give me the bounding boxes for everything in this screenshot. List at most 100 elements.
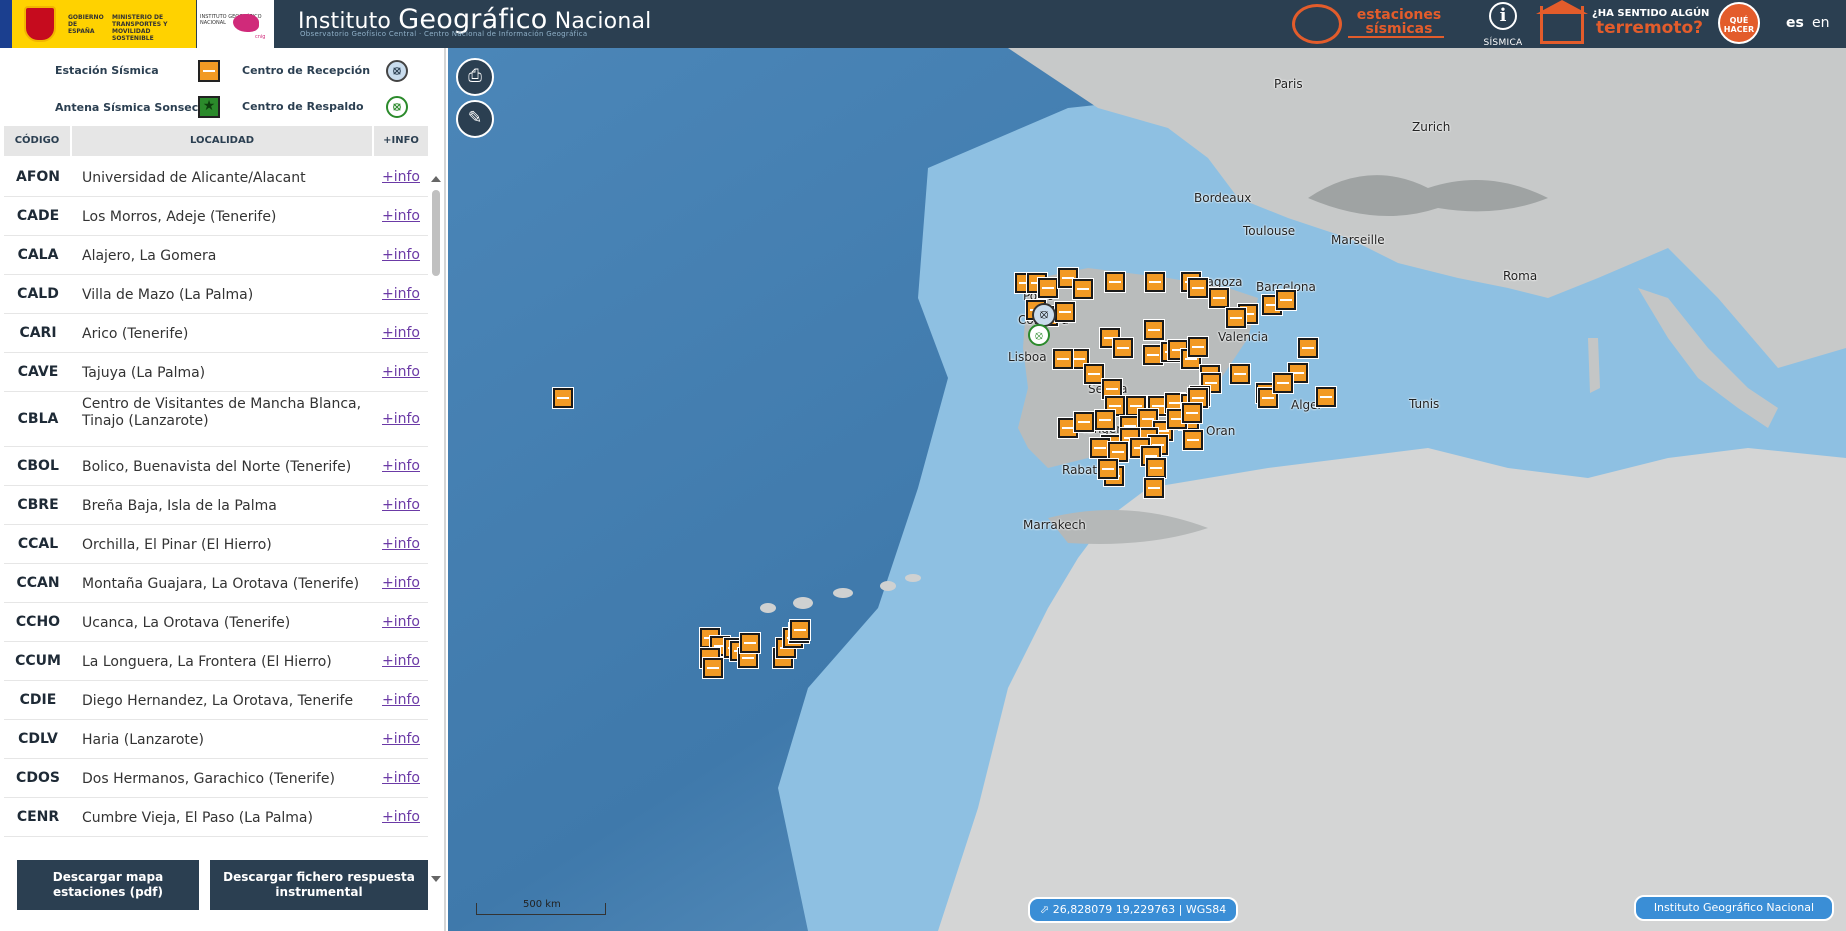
map-legend: Estación Sísmica Centro de Recepción ⦻ A…	[0, 48, 446, 124]
info-link[interactable]: +info	[382, 325, 420, 341]
scale-label: 500 km	[523, 899, 561, 910]
table-scrollbar[interactable]	[430, 126, 442, 882]
table-row[interactable]: CCAN Montaña Guajara, La Orotava (Tenerif…	[4, 564, 428, 603]
que-hacer-button[interactable]: QUÉ HACER	[1718, 2, 1760, 44]
seismic-station-marker[interactable]	[1144, 320, 1164, 340]
info-label: SÍSMICA	[1483, 38, 1523, 48]
table-row[interactable]: CCHO Ucanca, La Orotava (Tenerife) +info	[4, 603, 428, 642]
seismic-station-marker[interactable]	[1188, 278, 1208, 298]
seismic-station-marker[interactable]	[1316, 387, 1336, 407]
info-link[interactable]: +info	[382, 614, 420, 630]
info-link[interactable]: +info	[382, 458, 420, 474]
government-logo[interactable]: GOBIERNO DE ESPAÑA MINISTERIO DE TRANSPO…	[0, 0, 196, 48]
seismic-station-marker[interactable]	[553, 388, 573, 408]
print-button[interactable]: ⎙	[456, 58, 494, 96]
lang-es-link[interactable]: es	[1786, 15, 1804, 31]
seismic-station-marker[interactable]	[1095, 410, 1115, 430]
station-locality: La Longuera, La Frontera (El Hierro)	[82, 653, 332, 670]
download-map-button[interactable]: Descargar mapa estaciones (pdf)	[17, 860, 199, 910]
seismic-station-marker[interactable]	[1074, 412, 1094, 432]
table-row[interactable]: CBRE Breña Baja, Isla de la Palma +info	[4, 486, 428, 525]
info-link[interactable]: +info	[382, 809, 420, 825]
table-row[interactable]: CBLA Centro de Visitantes de Mancha Blanc…	[4, 392, 428, 447]
seismic-station-marker[interactable]	[740, 633, 760, 653]
station-code: CENR	[16, 808, 60, 825]
seismic-station-marker[interactable]	[1073, 279, 1093, 299]
info-link[interactable]: +info	[382, 497, 420, 513]
station-code: CCAL	[17, 535, 59, 552]
table-row[interactable]: CENR Cumbre Vieja, El Paso (La Palma) +inf…	[4, 798, 428, 837]
seismic-station-marker[interactable]	[1226, 308, 1246, 328]
station-locality: Villa de Mazo (La Palma)	[82, 286, 254, 303]
info-link[interactable]: +info	[382, 411, 420, 427]
seismic-station-marker[interactable]	[1145, 272, 1165, 292]
seismic-station-marker[interactable]	[703, 658, 723, 678]
seismic-station-marker[interactable]	[1143, 345, 1163, 365]
map-viewer[interactable]: ⎙ ✎ Paris Zurich Bordeaux Toulouse Marse…	[448, 48, 1846, 931]
antenna-star-icon: ★	[198, 96, 220, 118]
seismic-station-marker[interactable]	[1183, 430, 1203, 450]
ign-cnig-logo[interactable]: INSTITUTO GEOGRÁFICO NACIONAL cnig	[197, 0, 274, 48]
seismic-station-marker[interactable]	[1298, 338, 1318, 358]
scroll-down-arrow-icon[interactable]	[431, 876, 441, 882]
ha-sentido-terremoto-link[interactable]: ¿HA SENTIDO ALGÚN terremoto?	[1536, 0, 1709, 48]
table-row[interactable]: CDLV Haria (Lanzarote) +info	[4, 720, 428, 759]
seismic-station-marker[interactable]	[1098, 459, 1118, 479]
measure-ruler-button[interactable]: ✎	[456, 100, 494, 138]
seismic-station-marker[interactable]	[1230, 364, 1250, 384]
column-header-info[interactable]: +INFO	[374, 126, 428, 156]
seismic-station-marker[interactable]	[790, 620, 810, 640]
seismic-station-marker[interactable]	[1276, 290, 1296, 310]
info-link[interactable]: +info	[382, 364, 420, 380]
seismic-station-marker[interactable]	[1113, 338, 1133, 358]
city-label: Marrakech	[1023, 518, 1086, 532]
info-link[interactable]: +info	[382, 286, 420, 302]
info-link[interactable]: +info	[382, 208, 420, 224]
info-link[interactable]: +info	[382, 770, 420, 786]
table-row[interactable]: CCUM La Longuera, La Frontera (El Hierro)…	[4, 642, 428, 681]
station-locality: Montaña Guajara, La Orotava (Tenerife)	[82, 575, 360, 592]
backup-center-marker[interactable]: ⦻	[1028, 324, 1050, 346]
info-link[interactable]: +info	[382, 731, 420, 747]
table-row[interactable]: CCAL Orchilla, El Pinar (El Hierro) +info	[4, 525, 428, 564]
seismic-station-marker[interactable]	[1144, 478, 1164, 498]
table-row[interactable]: CAVE Tajuya (La Palma) +info	[4, 353, 428, 392]
table-row[interactable]: CDOS Dos Hermanos, Garachico (Tenerife) +i…	[4, 759, 428, 798]
lang-en-link[interactable]: en	[1812, 15, 1830, 31]
seismic-station-marker[interactable]	[1053, 349, 1073, 369]
table-row[interactable]: AFON Universidad de Alicante/Alacant +info	[4, 158, 428, 197]
seismic-station-marker[interactable]	[1055, 302, 1075, 322]
seismic-station-marker[interactable]	[1038, 278, 1058, 298]
info-link[interactable]: +info	[382, 247, 420, 263]
seismic-station-marker[interactable]	[1146, 458, 1166, 478]
seismic-station-marker[interactable]	[1084, 364, 1104, 384]
info-sismica-link[interactable]: i SÍSMICA	[1482, 2, 1524, 48]
column-header-locality[interactable]: LOCALIDAD	[72, 126, 374, 156]
table-row[interactable]: CALD Villa de Mazo (La Palma) +info	[4, 275, 428, 314]
table-row[interactable]: CBOL Bolico, Buenavista del Norte (Teneri…	[4, 447, 428, 486]
city-label: Paris	[1274, 77, 1303, 91]
seismic-station-marker[interactable]	[1105, 272, 1125, 292]
seismic-station-marker[interactable]	[1182, 403, 1202, 423]
info-link[interactable]: +info	[382, 575, 420, 591]
scroll-up-arrow-icon[interactable]	[431, 176, 441, 182]
table-row[interactable]: CDIE Diego Hernandez, La Orotava, Tenerif…	[4, 681, 428, 720]
city-label: Toulouse	[1243, 224, 1296, 238]
coordinate-readout[interactable]: ⬀ 26,828079 19,229763 | WGS84	[1028, 897, 1239, 923]
estaciones-sismicas-link[interactable]: estaciones sísmicas	[1288, 2, 1454, 46]
table-row[interactable]: CALA Alajero, La Gomera +info	[4, 236, 428, 275]
column-header-code[interactable]: CÓDIGO	[4, 126, 72, 156]
scroll-thumb[interactable]	[432, 190, 440, 276]
info-link[interactable]: +info	[382, 536, 420, 552]
seismic-station-marker[interactable]	[1090, 438, 1110, 458]
info-link[interactable]: +info	[382, 692, 420, 708]
seismic-station-marker[interactable]	[1273, 373, 1293, 393]
info-link[interactable]: +info	[382, 653, 420, 669]
table-row[interactable]: CADE Los Morros, Adeje (Tenerife) +info	[4, 197, 428, 236]
seismic-station-marker[interactable]	[1188, 337, 1208, 357]
seismic-station-marker[interactable]	[1209, 288, 1229, 308]
table-row[interactable]: CARI Arico (Tenerife) +info	[4, 314, 428, 353]
attribution-button[interactable]: Instituto Geográfico Nacional	[1633, 895, 1834, 921]
info-link[interactable]: +info	[382, 169, 420, 185]
download-response-button[interactable]: Descargar fichero respuesta instrumental	[210, 860, 428, 910]
